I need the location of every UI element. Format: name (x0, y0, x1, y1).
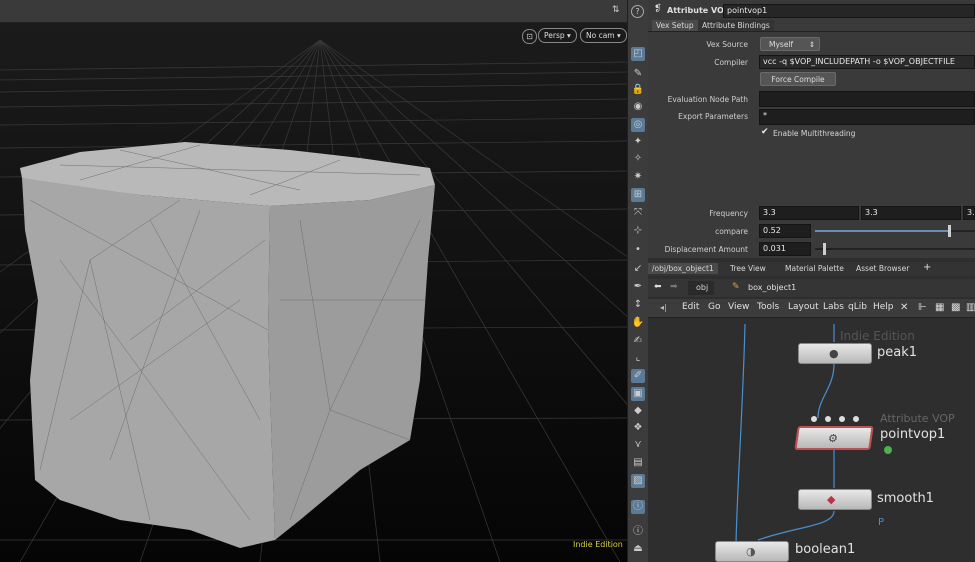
edit-icon[interactable]: ↙ (631, 262, 645, 276)
frequency-x-field[interactable]: 3.3 (759, 206, 859, 220)
compiler-label: Compiler (714, 58, 748, 67)
node-status-icon (884, 446, 892, 454)
input-dot-1[interactable] (811, 416, 817, 422)
node-pointvop1-inputs (811, 416, 863, 423)
wire-icon[interactable]: ✐ (631, 369, 645, 383)
vex-source-label: Vex Source (706, 40, 748, 49)
eval-node-path-label: Evaluation Node Path (667, 95, 748, 104)
visibility-icon[interactable]: ⓘ (631, 525, 645, 539)
transform-icon[interactable]: ⤧ (631, 206, 645, 220)
node-peak1-label: peak1 (877, 345, 918, 360)
vop-node-body-icon: ⚙ (827, 432, 839, 445)
viewport-grid (0, 0, 627, 562)
handle-icon[interactable]: ⊹ (631, 224, 645, 238)
snapping-icon[interactable]: ⊞ (631, 188, 645, 202)
light-bulb-icon[interactable]: ✧ (631, 152, 645, 166)
smooth-node-icon: ◆ (827, 493, 836, 506)
eject-icon[interactable]: ⏏ (631, 542, 645, 556)
bones-icon[interactable]: ⋎ (631, 438, 645, 452)
lock-icon[interactable]: 🔒 (631, 83, 645, 97)
frequency-z-field[interactable]: 3. (963, 206, 975, 220)
dot-icon[interactable]: • (631, 243, 645, 257)
displacement-field[interactable]: 0.031 (759, 242, 811, 256)
compare-field[interactable]: 0.52 (759, 224, 811, 238)
tab-vex-setup[interactable]: Vex Setup (652, 20, 698, 31)
node-smooth1[interactable]: ◆ (798, 489, 872, 510)
perspective-dropdown[interactable]: Persp ▾ (538, 28, 577, 43)
input-dot-4[interactable] (853, 416, 859, 422)
brush-icon[interactable]: ✍ (631, 334, 645, 348)
export-params-label: Export Parameters (678, 112, 748, 121)
vex-source-dropdown[interactable]: Myself ⇕ (760, 37, 820, 51)
node-smooth1-label: smooth1 (877, 491, 934, 506)
perspective-label: Persp (544, 31, 565, 40)
info-icon[interactable]: ⓘ (631, 500, 645, 514)
peak-node-icon: ● (829, 347, 839, 360)
particles-icon[interactable]: ❖ (631, 421, 645, 435)
indie-edition-watermark: Indie Edition (840, 329, 915, 343)
node-boolean1-label: boolean1 (795, 542, 856, 557)
node-pointvop1[interactable]: ⚙ (794, 426, 874, 450)
bulb-icon[interactable]: ✦ (631, 135, 645, 149)
node-pointvop1-type: Attribute VOP (880, 412, 955, 425)
compare-slider[interactable] (815, 225, 975, 237)
lock-camera-icon[interactable]: ⊡ (522, 29, 537, 44)
node-type-label: Attribute VOP (667, 6, 730, 15)
display-icon[interactable]: ▣ (631, 387, 645, 401)
parameter-header: ❡ Attribute VOP pointvop1 (648, 3, 975, 19)
displacement-slider-handle[interactable] (823, 243, 826, 255)
viewport-top-bar: ⇅ (0, 0, 627, 23)
compare-slider-fill (815, 230, 948, 232)
scene-viewport[interactable]: ⇅ ⊡ Persp ▾ No cam ▾ Indie Edition (0, 0, 627, 562)
input-dot-2[interactable] (825, 416, 831, 422)
compare-label: compare (715, 227, 748, 236)
multithreading-checkbox[interactable]: ✔ (761, 127, 769, 137)
camera-label: No cam (586, 31, 615, 40)
force-compile-button[interactable]: Force Compile (760, 72, 836, 86)
vop-node-icon: ❡ (654, 4, 662, 14)
node-smooth1-flag: P (878, 517, 885, 528)
compiler-field[interactable]: vcc -q $VOP_INCLUDEPATH -o $VOP_OBJECTFI… (759, 55, 975, 69)
paint-icon[interactable]: ✎ (631, 67, 645, 81)
object-icon[interactable]: ◆ (631, 404, 645, 418)
help-icon[interactable]: ? (631, 5, 644, 18)
multithreading-label: Enable Multithreading (773, 129, 856, 138)
parameter-pane: ❡ Attribute VOP pointvop1 Vex Setup Attr… (648, 0, 975, 258)
node-boolean1[interactable]: ◑ (715, 541, 789, 562)
point-light-icon[interactable]: ✷ (631, 170, 645, 184)
sculpt-icon[interactable]: ✋ (631, 316, 645, 330)
select-tool-icon[interactable]: ◰ (631, 47, 645, 61)
export-params-field[interactable]: * (759, 109, 975, 125)
input-dot-3[interactable] (839, 416, 845, 422)
camera-icon[interactable]: ▨ (631, 474, 645, 488)
boolean-node-icon: ◑ (746, 545, 756, 558)
frequency-label: Frequency (709, 209, 748, 218)
measure-icon[interactable]: ↕ (631, 298, 645, 312)
camera-dropdown[interactable]: No cam ▾ (580, 28, 627, 43)
eval-node-path-field[interactable] (759, 91, 975, 107)
indie-edition-label: Indie Edition (573, 540, 623, 549)
frequency-y-field[interactable]: 3.3 (861, 206, 961, 220)
vex-source-value: Myself (769, 40, 794, 49)
displacement-slider[interactable] (815, 243, 975, 255)
shading-icon[interactable]: ◎ (631, 118, 645, 132)
node-pointvop1-label: pointvop1 (880, 427, 946, 442)
network-pane[interactable]: /obj/box_object1 Tree View Material Pale… (648, 258, 975, 562)
snap-icon[interactable]: ⇅ (612, 5, 620, 15)
network-wires (735, 323, 835, 549)
render-icon[interactable]: ▤ (631, 456, 645, 470)
ruler-icon[interactable]: ⌞ (631, 351, 645, 365)
pen-icon[interactable]: ✒ (631, 280, 645, 294)
light-icon[interactable]: ◉ (631, 100, 645, 114)
dropdown-arrows-icon: ⇕ (808, 40, 815, 49)
node-peak1[interactable]: ● (798, 343, 872, 364)
viewport-tool-strip: ? ◰ ✎ 🔒 ◉ ◎ ✦ ✧ ✷ ⊞ ⤧ ⊹ • ↙ ✒ ↕ ✋ ✍ ⌞ ✐ … (627, 0, 649, 562)
node-name-field[interactable]: pointvop1 (723, 4, 975, 18)
displacement-label: Displacement Amount (664, 245, 748, 254)
tab-divider (648, 31, 975, 32)
compare-slider-handle[interactable] (948, 225, 951, 237)
tab-attribute-bindings[interactable]: Attribute Bindings (698, 20, 774, 31)
